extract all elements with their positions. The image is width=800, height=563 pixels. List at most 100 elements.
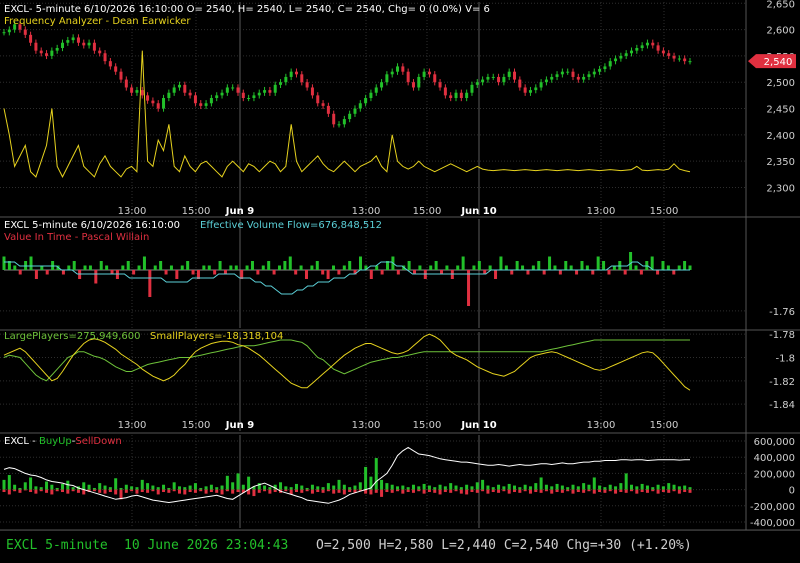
candle-body [358, 103, 362, 109]
candle-body [513, 71, 517, 80]
flow-bar [304, 270, 308, 279]
flow-bar [434, 261, 438, 270]
buyup-bar [337, 479, 341, 490]
selldown-bar [624, 489, 628, 493]
buyup-bar [7, 475, 11, 490]
buyup-bar [146, 483, 150, 490]
buyup-bar [645, 485, 649, 490]
buyup-bar [34, 486, 38, 490]
buyup-bar [438, 484, 442, 490]
buyup-bar [29, 477, 33, 490]
candle-body [60, 42, 64, 48]
candle-body [390, 71, 394, 75]
selldown-bar [523, 489, 527, 492]
bs-tick-label: 0 [789, 486, 795, 497]
candle-body [273, 84, 277, 93]
candle-body [576, 76, 580, 80]
flow-bar [180, 265, 184, 270]
buyup-bar [119, 487, 123, 490]
price-marker-label: 2,540 [764, 57, 793, 68]
buyup-bar [449, 483, 453, 490]
selldown-bar [635, 489, 639, 494]
flow-bar [521, 265, 525, 270]
selldown-bar [310, 489, 314, 494]
candle-body [151, 100, 155, 104]
buyup-bar [534, 483, 538, 490]
buyup-bar [608, 484, 612, 490]
candle-body [640, 45, 644, 48]
selldown-bar [433, 489, 437, 493]
selldown-bar [491, 489, 495, 493]
selldown-bar [481, 489, 485, 492]
buyup-bar [23, 482, 27, 490]
time-tick-label: 15:00 [650, 206, 679, 217]
flow-bar [445, 265, 449, 270]
selldown-bar [571, 489, 575, 494]
buyup-bar [502, 486, 506, 490]
flow-bar [67, 265, 71, 270]
selldown-bar [587, 489, 591, 492]
flow-bar [288, 256, 292, 270]
buyup-bar [82, 482, 86, 490]
buyup-bar [571, 484, 575, 490]
selldown-bar [417, 489, 421, 492]
candle-body [454, 92, 458, 98]
buyup-bar [518, 487, 522, 490]
selldown-bar [50, 489, 54, 495]
chart-canvas[interactable]: 2,6502,6002,5502,5002,4502,4002,3502,300… [0, 0, 800, 530]
flow-bar [569, 265, 573, 270]
selldown-bar [438, 489, 442, 495]
selldown-bar [215, 489, 219, 493]
buyup-bar [98, 483, 102, 490]
candle-body [247, 98, 251, 99]
selldown-bar [177, 489, 181, 494]
candle-body [337, 124, 341, 126]
time-tick-label: 13:00 [352, 420, 381, 431]
chart-window: 2,6502,6002,5502,5002,4502,4002,3502,300… [0, 0, 800, 563]
selldown-bar [220, 489, 224, 495]
flow-bar [407, 261, 411, 270]
candle-body [369, 92, 373, 98]
flow-bar [661, 261, 665, 270]
flow-bar [666, 265, 670, 270]
selldown-bar [427, 489, 431, 493]
candle-body [82, 42, 86, 46]
selldown-bar [645, 489, 649, 493]
flow-bar [531, 265, 535, 270]
candle-body [582, 76, 586, 80]
flow-bar [683, 261, 687, 270]
candle-body [465, 92, 469, 98]
time-tick-label: 13:00 [118, 206, 147, 217]
candle-body [316, 95, 320, 104]
selldown-bar [146, 489, 150, 493]
status-symbol: EXCL 5-minute [6, 538, 108, 553]
buyup-bar [374, 458, 378, 490]
selldown-bar [321, 489, 325, 493]
candle-body [353, 108, 357, 114]
selldown-bar [55, 489, 59, 492]
selldown-bar [603, 489, 607, 493]
buyup-bar [406, 487, 410, 490]
players-tick-label: -1.78 [769, 330, 795, 341]
selldown-bar [592, 489, 596, 494]
buyup-bar [539, 477, 543, 490]
buyup-bar [486, 485, 490, 490]
buyup-bar [140, 479, 144, 490]
candle-body [571, 71, 575, 77]
candle-body [289, 71, 293, 77]
selldown-bar [518, 489, 522, 493]
candle-body [140, 90, 144, 96]
selldown-bar [193, 489, 197, 493]
buyup-bar [443, 486, 447, 490]
buyup-bar [342, 484, 346, 490]
selldown-bar [576, 489, 580, 493]
candle-body [300, 74, 304, 83]
price-tick-label: 2,650 [766, 0, 795, 10]
selldown-bar [608, 489, 612, 492]
selldown-legend: SellDown [75, 436, 121, 447]
buyup-bar [582, 483, 586, 490]
selldown-bar [454, 489, 458, 492]
selldown-bar [528, 489, 532, 494]
selldown-bar [268, 489, 272, 494]
flow-bar [456, 265, 460, 270]
